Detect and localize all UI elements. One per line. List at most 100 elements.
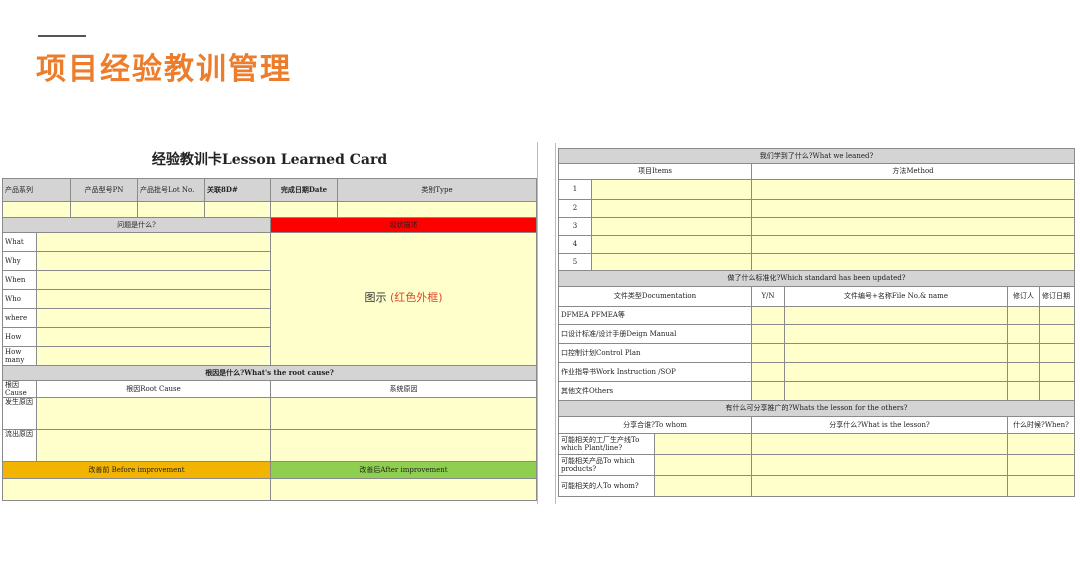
doc-no-cell[interactable] xyxy=(784,323,1008,344)
value-related-8d[interactable] xyxy=(204,200,271,218)
share-when-cell[interactable] xyxy=(1007,474,1075,497)
doc-yn-cell[interactable] xyxy=(751,342,785,363)
learned-item-cell[interactable] xyxy=(591,234,752,254)
share-to-cell[interactable] xyxy=(654,474,752,497)
before-improvement-header: 改善前 Before improvement xyxy=(2,460,271,479)
doc-type-row: 口设计标准/设计手册Deign Manual xyxy=(558,323,752,344)
answer-how-many[interactable] xyxy=(36,345,271,366)
question-where: where xyxy=(2,307,37,328)
doc-type-row: 口控制计划Control Plan xyxy=(558,342,752,363)
doc-type-row: DFMEA PFMEA等 xyxy=(558,305,752,325)
value-type[interactable] xyxy=(336,200,538,218)
answer-how[interactable] xyxy=(36,326,271,347)
doc-no-cell[interactable] xyxy=(784,361,1008,382)
occur-cause-label: 发生原因 xyxy=(2,396,37,430)
learned-method-cell[interactable] xyxy=(751,216,1075,236)
header-product-series: 产品系列 xyxy=(2,177,71,202)
doc-date-cell[interactable] xyxy=(1039,380,1075,401)
answer-what[interactable] xyxy=(36,231,271,252)
doc-yn-cell[interactable] xyxy=(751,305,785,325)
revise-date-column: 修订日期 xyxy=(1039,285,1075,307)
section-standardization: 做了什么标准化?Which standard has been updated? xyxy=(558,269,1075,287)
question-what: What xyxy=(2,231,37,252)
share-to-cell[interactable] xyxy=(654,453,752,476)
doc-date-cell[interactable] xyxy=(1039,323,1075,344)
doc-no-cell[interactable] xyxy=(784,342,1008,363)
share-to-cell[interactable] xyxy=(654,432,752,455)
occur-system-cause-cell[interactable] xyxy=(269,396,538,430)
value-lot-no[interactable] xyxy=(137,200,205,218)
doc-yn-cell[interactable] xyxy=(751,323,785,344)
learned-row-number: 1 xyxy=(558,178,592,200)
doc-date-cell[interactable] xyxy=(1039,361,1075,382)
share-what-cell[interactable] xyxy=(751,432,1008,455)
doc-reviser-cell[interactable] xyxy=(1007,380,1040,401)
after-improvement-header: 改善后After improvement xyxy=(269,460,538,479)
diagram-area: 图示 (红色外框) xyxy=(269,231,538,366)
share-what-column: 分享什么?What is the lesson? xyxy=(751,415,1008,434)
doc-yn-cell[interactable] xyxy=(751,361,785,382)
doc-no-column: 文件编号+名称File No.& name xyxy=(784,285,1008,307)
share-target-row: 可能相关产品To which products? xyxy=(558,453,655,476)
learned-item-cell[interactable] xyxy=(591,198,752,218)
header-type: 类别Type xyxy=(336,177,538,202)
header-related-8d: 关联8D# xyxy=(204,177,271,202)
answer-why[interactable] xyxy=(36,250,271,271)
question-how-many: How many xyxy=(2,345,37,366)
doc-type-row: 作业指导书Work Instruction /SOP xyxy=(558,361,752,382)
share-to-column: 分享合谁?To whom xyxy=(558,415,752,434)
doc-no-cell[interactable] xyxy=(784,305,1008,325)
share-target-row: 可能相关的人To whom? xyxy=(558,474,655,497)
learned-method-cell[interactable] xyxy=(751,252,1075,271)
question-how: How xyxy=(2,326,37,347)
left-card-edge xyxy=(537,142,538,504)
answer-where[interactable] xyxy=(36,307,271,328)
outflow-system-cause-cell[interactable] xyxy=(269,428,538,462)
occur-root-cause-cell[interactable] xyxy=(36,396,271,430)
doc-reviser-cell[interactable] xyxy=(1007,323,1040,344)
section-share-lessons: 有什么可分享推广的?Whats the lesson for the other… xyxy=(558,399,1075,417)
learned-row-number: 4 xyxy=(558,234,592,254)
doc-reviser-cell[interactable] xyxy=(1007,305,1040,325)
before-improvement-cell[interactable] xyxy=(2,477,271,501)
section-status-description: 现状描述 xyxy=(269,216,538,233)
section-root-cause: 根因是什么?What's the root cause? xyxy=(1,364,538,381)
doc-date-cell[interactable] xyxy=(1039,342,1075,363)
learned-method-cell[interactable] xyxy=(751,198,1075,218)
doc-type-column: 文件类型Documentation xyxy=(558,285,752,307)
question-who: Who xyxy=(2,288,37,309)
method-column: 方法Method xyxy=(751,162,1075,180)
question-why: Why xyxy=(2,250,37,271)
outflow-cause-label: 流出原因 xyxy=(2,428,37,462)
learned-row-number: 3 xyxy=(558,216,592,236)
value-product-pn[interactable] xyxy=(70,200,138,218)
lesson-learned-card: 经验教训卡Lesson Learned Card 产品系列 产品型号PN 产品批… xyxy=(1,142,538,501)
share-what-cell[interactable] xyxy=(751,453,1008,476)
value-date[interactable] xyxy=(270,200,338,218)
doc-no-cell[interactable] xyxy=(784,380,1008,401)
header-date: 完成日期Date xyxy=(270,177,338,202)
learned-item-cell[interactable] xyxy=(591,216,752,236)
value-product-series[interactable] xyxy=(2,200,71,218)
share-what-cell[interactable] xyxy=(751,474,1008,497)
answer-when[interactable] xyxy=(36,269,271,290)
learned-method-cell[interactable] xyxy=(751,178,1075,200)
learned-item-cell[interactable] xyxy=(591,252,752,271)
share-when-cell[interactable] xyxy=(1007,453,1075,476)
doc-type-row: 其他文件Others xyxy=(558,380,752,401)
doc-reviser-cell[interactable] xyxy=(1007,342,1040,363)
doc-date-cell[interactable] xyxy=(1039,305,1075,325)
outflow-root-cause-cell[interactable] xyxy=(36,428,271,462)
root-cause-column: 根因Root Cause xyxy=(36,379,271,398)
share-when-cell[interactable] xyxy=(1007,432,1075,455)
learned-method-cell[interactable] xyxy=(751,234,1075,254)
answer-who[interactable] xyxy=(36,288,271,309)
learned-row-number: 2 xyxy=(558,198,592,218)
after-improvement-cell[interactable] xyxy=(269,477,538,501)
learned-item-cell[interactable] xyxy=(591,178,752,200)
items-column: 项目Items xyxy=(558,162,752,180)
doc-yn-cell[interactable] xyxy=(751,380,785,401)
right-card-edge xyxy=(555,143,556,504)
section-what-we-learned: 我们学到了什么?What we leaned? xyxy=(558,147,1075,164)
doc-reviser-cell[interactable] xyxy=(1007,361,1040,382)
